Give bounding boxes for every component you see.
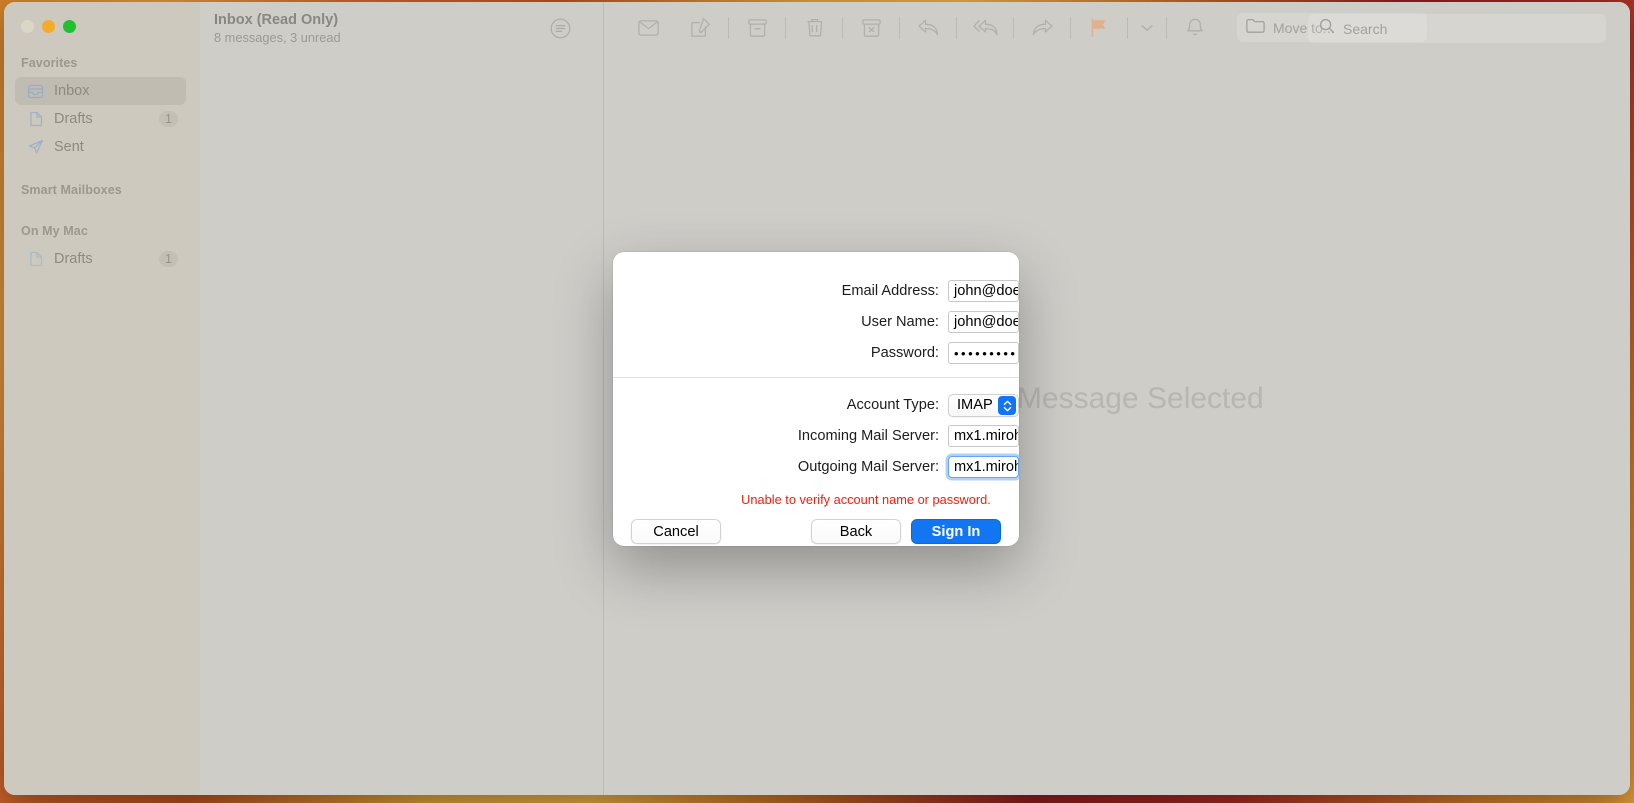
sidebar-item-inbox[interactable]: Inbox xyxy=(15,77,186,105)
outgoing-mail-server-field[interactable]: mx1.mirohost.net xyxy=(948,456,1019,478)
draft-icon xyxy=(26,111,45,128)
sidebar-item-on-my-mac-drafts[interactable]: Drafts 1 xyxy=(15,245,186,273)
main-toolbar: Move to... Search xyxy=(604,2,1630,53)
mailbox-title: Inbox (Read Only) xyxy=(214,12,339,28)
draft-icon xyxy=(26,251,45,268)
message-list-header: Inbox (Read Only) 8 messages, 3 unread xyxy=(200,2,603,53)
user-name-field[interactable]: john@doe.com xyxy=(948,311,1019,333)
toolbar-divider xyxy=(899,16,900,39)
reply-icon[interactable] xyxy=(911,13,945,43)
sidebar-section-on-my-mac-header: On My Mac xyxy=(21,224,88,238)
email-address-field[interactable]: john@doe.com xyxy=(948,280,1019,302)
sidebar-item-badge: 1 xyxy=(159,111,178,127)
email-address-row: Email Address: john@doe.com xyxy=(613,276,1019,306)
message-list-column: Inbox (Read Only) 8 messages, 3 unread xyxy=(200,2,604,795)
incoming-mail-server-row: Incoming Mail Server: mx1.mirohost.net xyxy=(613,421,1019,451)
compose-icon[interactable] xyxy=(683,13,717,43)
account-type-row: Account Type: IMAP xyxy=(613,390,1019,420)
chevron-up-down-icon[interactable] xyxy=(998,396,1016,415)
password-label: Password: xyxy=(870,345,939,361)
sidebar: Favorites Inbox Drafts 1 Sent Smart Mail… xyxy=(4,2,200,795)
window-traffic-lights xyxy=(21,20,76,33)
flag-icon[interactable] xyxy=(1082,13,1116,43)
account-type-value: IMAP xyxy=(957,397,993,413)
sidebar-item-label: Drafts xyxy=(54,111,93,127)
server-settings-group: Account Type: IMAP Incoming Mail Server:… xyxy=(613,390,1019,482)
toolbar-divider xyxy=(842,16,843,39)
mailbox-status: 8 messages, 3 unread xyxy=(214,30,341,45)
close-window-button[interactable] xyxy=(21,20,34,33)
forward-icon[interactable] xyxy=(1025,13,1059,43)
toolbar-divider xyxy=(1127,16,1128,39)
sent-icon xyxy=(26,139,45,156)
toolbar-divider xyxy=(728,16,729,39)
email-address-label: Email Address: xyxy=(841,283,939,299)
outgoing-mail-server-row: Outgoing Mail Server: mx1.mirohost.net xyxy=(613,452,1019,482)
incoming-mail-server-label: Incoming Mail Server: xyxy=(797,428,939,444)
sidebar-item-label: Drafts xyxy=(54,251,93,267)
archive-icon[interactable] xyxy=(740,13,774,43)
search-icon xyxy=(1319,18,1335,39)
filter-icon[interactable] xyxy=(550,18,571,39)
toolbar-divider xyxy=(1013,16,1014,39)
account-type-label: Account Type: xyxy=(846,397,939,413)
minimize-window-button[interactable] xyxy=(42,20,55,33)
dialog-button-row: Cancel Back Sign In xyxy=(613,519,1019,544)
toolbar-divider xyxy=(1166,16,1167,39)
search-placeholder: Search xyxy=(1343,20,1388,37)
cancel-button[interactable]: Cancel xyxy=(631,519,721,544)
sign-in-button[interactable]: Sign In xyxy=(911,519,1001,544)
back-button[interactable]: Back xyxy=(811,519,901,544)
sidebar-item-badge: 1 xyxy=(159,251,178,267)
sidebar-item-label: Inbox xyxy=(54,83,90,99)
junk-icon[interactable] xyxy=(854,13,888,43)
bell-icon[interactable] xyxy=(1178,13,1212,43)
inbox-icon xyxy=(26,83,45,100)
sidebar-section-favorites-header: Favorites xyxy=(21,56,78,70)
sidebar-section-smart-mailboxes-header: Smart Mailboxes xyxy=(21,183,122,197)
desktop-wallpaper: Favorites Inbox Drafts 1 Sent Smart Mail… xyxy=(0,0,1634,803)
toolbar-divider xyxy=(785,16,786,39)
toolbar-divider xyxy=(1070,16,1071,39)
chevron-down-icon[interactable] xyxy=(1136,13,1158,43)
maximize-window-button[interactable] xyxy=(63,20,76,33)
password-row: Password: ••••••••• xyxy=(613,338,1019,368)
password-field[interactable]: ••••••••• xyxy=(948,342,1019,364)
error-message: Unable to verify account name or passwor… xyxy=(741,492,991,507)
incoming-mail-server-field[interactable]: mx1.mirohost.net xyxy=(948,425,1019,447)
sidebar-item-label: Sent xyxy=(54,139,84,155)
account-type-dropdown[interactable]: IMAP xyxy=(948,393,1019,417)
user-name-row: User Name: john@doe.com xyxy=(613,307,1019,337)
account-setup-dialog: Email Address: john@doe.com User Name: j… xyxy=(613,252,1019,546)
outgoing-mail-server-label: Outgoing Mail Server: xyxy=(797,459,939,475)
user-name-label: User Name: xyxy=(861,314,939,330)
dialog-divider xyxy=(613,377,1019,378)
sidebar-item-sent[interactable]: Sent xyxy=(15,133,186,161)
reply-all-icon[interactable] xyxy=(968,13,1002,43)
delete-icon[interactable] xyxy=(797,13,831,43)
folder-icon xyxy=(1246,18,1265,38)
search-input[interactable]: Search xyxy=(1308,14,1606,43)
account-credentials-group: Email Address: john@doe.com User Name: j… xyxy=(613,252,1019,368)
mark-unread-icon[interactable] xyxy=(631,13,665,43)
sidebar-item-drafts[interactable]: Drafts 1 xyxy=(15,105,186,133)
toolbar-divider xyxy=(956,16,957,39)
